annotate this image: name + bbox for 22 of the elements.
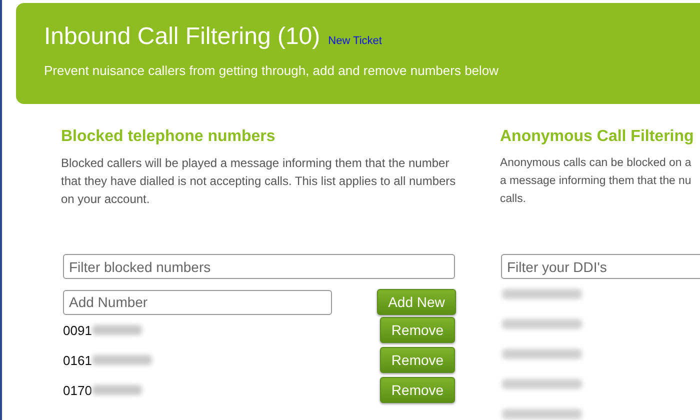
description-line: calls.: [500, 192, 527, 207]
page-title: Inbound Call Filtering (10): [44, 23, 320, 51]
add-number-field[interactable]: Add Number: [63, 290, 332, 314]
description-line: a message informing them that the nu: [500, 174, 692, 189]
phone-number: 0161: [63, 352, 92, 368]
redaction-blur: [92, 355, 152, 365]
phone-number: 0091: [63, 322, 92, 338]
description-line: Anonymous calls can be blocked on a: [500, 156, 692, 171]
phone-number: 0170: [63, 382, 92, 398]
section-description: Blocked callers will be played a message informing them that the number that they have dialled is not accepting calls. This list applies to all numbers on your account.: [61, 155, 457, 208]
remove-button[interactable]: Remove: [380, 377, 455, 403]
add-new-button[interactable]: Add New: [377, 289, 456, 315]
redaction-blur: [92, 325, 142, 335]
filter-field[interactable]: Filter your DDI's: [501, 254, 700, 279]
section-heading: Anonymous Call Filtering: [500, 128, 695, 146]
redaction-blur: [92, 385, 142, 395]
filter-field[interactable]: Filter blocked numbers: [63, 254, 455, 279]
section-heading: Blocked telephone numbers: [61, 128, 276, 146]
new-ticket-link[interactable]: New Ticket: [328, 35, 382, 47]
remove-button[interactable]: Remove: [380, 347, 455, 373]
remove-button[interactable]: Remove: [380, 317, 455, 343]
page-subtitle: Prevent nuisance callers from getting through, add and remove numbers below: [44, 63, 500, 78]
